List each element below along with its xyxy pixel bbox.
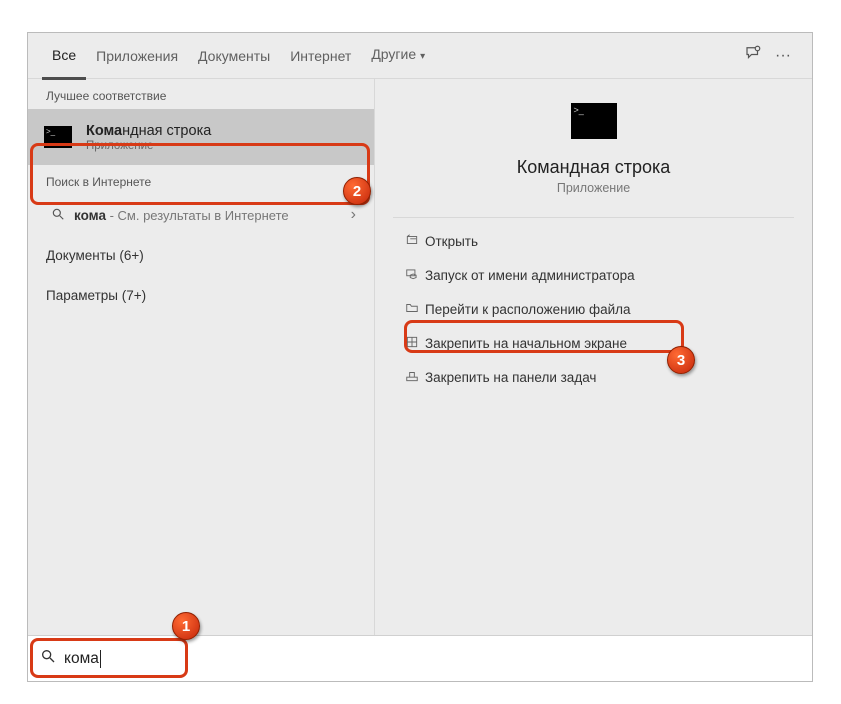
best-match-subtitle: Приложение — [86, 140, 211, 152]
documents-group[interactable]: Документы (6+) — [28, 235, 374, 275]
chevron-right-icon: › — [351, 206, 356, 224]
action-pin-taskbar[interactable]: Закрепить на панели задач — [393, 360, 794, 394]
pin-start-icon — [399, 335, 425, 352]
folder-icon — [399, 301, 425, 318]
app-icon — [571, 103, 617, 139]
pin-taskbar-icon — [399, 369, 425, 386]
feedback-icon[interactable] — [738, 44, 768, 67]
tab-internet[interactable]: Интернет — [280, 34, 361, 78]
filter-tabs: Все Приложения Документы Интернет Другие… — [28, 33, 812, 79]
settings-group[interactable]: Параметры (7+) — [28, 275, 374, 315]
search-icon — [46, 207, 70, 224]
action-list: Открыть Запуск от имени администратора П… — [393, 217, 794, 394]
action-run-as-admin[interactable]: Запуск от имени администратора — [393, 258, 794, 292]
search-panel: Все Приложения Документы Интернет Другие… — [27, 32, 813, 682]
search-icon — [40, 648, 56, 669]
chevron-down-icon: ▾ — [420, 51, 425, 62]
search-input[interactable]: кома — [28, 635, 812, 681]
app-type: Приложение — [557, 181, 630, 195]
best-match-title: Командная строка — [86, 123, 211, 139]
action-pin-start[interactable]: Закрепить на начальном экране — [393, 326, 794, 360]
results-list: Лучшее соответствие Командная строка При… — [28, 79, 374, 635]
search-text: кома — [64, 650, 99, 668]
action-open[interactable]: Открыть — [393, 224, 794, 258]
results-body: Лучшее соответствие Командная строка При… — [28, 79, 812, 635]
preview-pane: Командная строка Приложение Открыть Запу… — [374, 79, 812, 635]
best-match-item[interactable]: Командная строка Приложение — [28, 109, 374, 165]
action-open-location[interactable]: Перейти к расположению файла — [393, 292, 794, 326]
tab-documents[interactable]: Документы — [188, 34, 280, 78]
cmd-icon — [44, 126, 72, 148]
tab-apps[interactable]: Приложения — [86, 34, 188, 78]
admin-icon — [399, 267, 425, 284]
text-cursor — [100, 650, 101, 668]
tab-other[interactable]: Другие▾ — [361, 32, 435, 79]
web-search-label: Поиск в Интернете — [28, 165, 374, 195]
app-title: Командная строка — [517, 157, 671, 178]
more-icon[interactable]: ··· — [768, 47, 798, 65]
tab-all[interactable]: Все — [42, 33, 86, 80]
open-icon — [399, 233, 425, 250]
best-match-label: Лучшее соответствие — [28, 79, 374, 109]
web-search-item[interactable]: кома - См. результаты в Интернете › — [28, 195, 374, 235]
